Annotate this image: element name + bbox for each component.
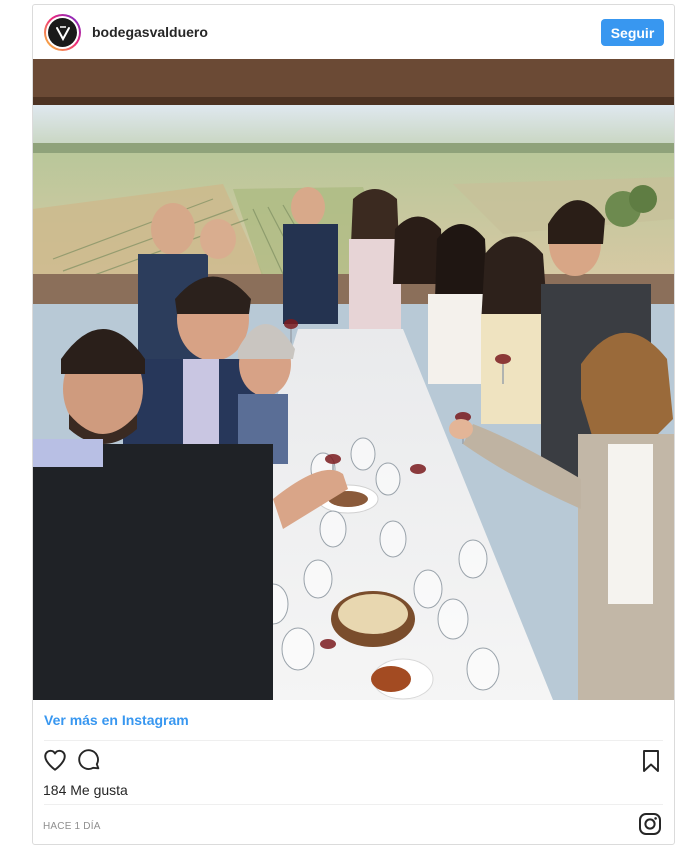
follow-button[interactable]: Seguir	[601, 19, 664, 46]
username-link[interactable]: bodegasvalduero	[92, 24, 208, 40]
divider	[44, 804, 663, 805]
post-image[interactable]	[33, 59, 674, 700]
heart-icon[interactable]	[42, 747, 68, 778]
post-header: bodegasvalduero Seguir	[33, 5, 674, 59]
bodega-logo-icon	[48, 18, 77, 47]
view-more-on-instagram-link[interactable]: Ver más en Instagram	[44, 712, 189, 728]
avatar-frame	[46, 16, 79, 49]
post-timestamp: HACE 1 DÍA	[43, 821, 101, 832]
bookmark-icon[interactable]	[640, 749, 662, 778]
likes-count: 184 Me gusta	[43, 782, 128, 798]
instagram-embed-card: bodegasvalduero Seguir Ver más en Instag…	[32, 4, 675, 845]
comment-icon[interactable]	[77, 748, 102, 778]
action-bar	[33, 745, 674, 777]
divider	[44, 740, 663, 741]
avatar[interactable]	[44, 14, 81, 51]
instagram-icon[interactable]	[638, 812, 662, 841]
